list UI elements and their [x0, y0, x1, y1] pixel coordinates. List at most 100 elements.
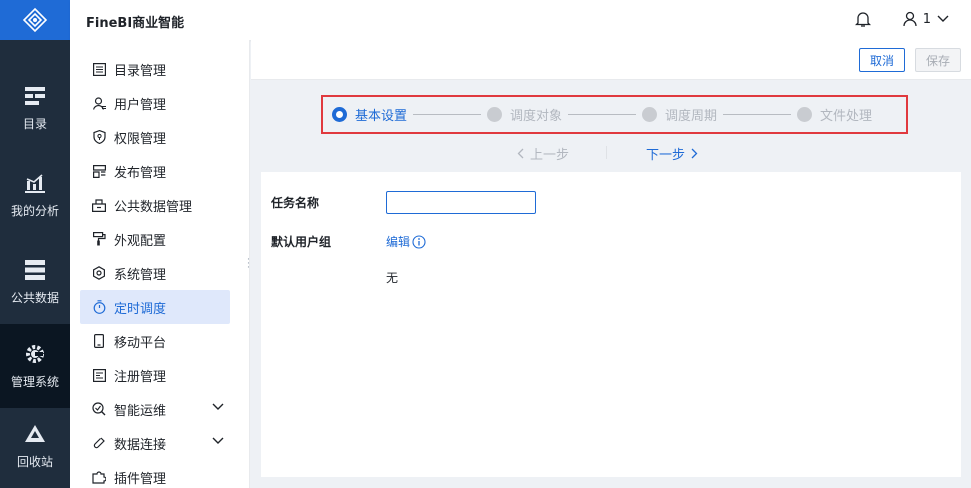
cancel-button[interactable]: 取消	[859, 48, 905, 72]
task-name-input[interactable]	[386, 191, 536, 214]
edit-label: 编辑	[386, 235, 411, 249]
admin-sidebar: 目录管理 用户管理 权限管理 发布管理 公共数据管理 外观配置 系统管理 定时调…	[70, 40, 250, 488]
sidebar-item-label: 系统管理	[114, 267, 167, 283]
sidebar-item-plugin[interactable]: 插件管理	[80, 460, 230, 488]
sidebar-item-catalog-mgmt[interactable]: 目录管理	[80, 52, 230, 86]
rail-item-label: 管理系统	[10, 374, 59, 389]
rail-item-analysis[interactable]: 我的分析	[0, 153, 70, 237]
chevron-down-icon	[212, 403, 224, 410]
rail-item-system[interactable]: 管理系统	[0, 324, 70, 408]
left-rail: 目录 我的分析 公共数据 管理系统 回收站	[0, 0, 70, 488]
sidebar-item-appearance[interactable]: 外观配置	[80, 222, 230, 256]
chevron-left-icon	[517, 148, 524, 159]
user-icon	[903, 11, 917, 27]
rail-item-label: 目录	[22, 116, 47, 131]
sidebar-item-system-mgmt[interactable]: 系统管理	[80, 256, 230, 290]
database-icon	[24, 259, 46, 281]
sidebar-item-scheduling[interactable]: 定时调度	[80, 290, 230, 324]
gear-icon	[24, 343, 46, 365]
default-group-label: 默认用户组	[271, 235, 332, 249]
step-label: 调度周期	[665, 109, 718, 124]
sidebar-item-register[interactable]: 注册管理	[80, 358, 230, 392]
prev-step-label: 上一步	[530, 148, 570, 163]
sidebar-item-label: 发布管理	[114, 165, 167, 181]
resize-handle[interactable]: · · ·	[247, 256, 250, 273]
sidebar-item-permission-mgmt[interactable]: 权限管理	[80, 120, 230, 154]
chevron-down-icon	[937, 15, 949, 22]
action-bar: 取消 保存	[251, 40, 971, 80]
ops-icon	[92, 402, 106, 416]
bell-icon[interactable]	[854, 11, 872, 32]
divider	[606, 146, 607, 159]
user-menu[interactable]: 1	[903, 11, 949, 27]
logo[interactable]	[0, 0, 70, 40]
sidebar-item-label: 公共数据管理	[114, 199, 193, 215]
save-button[interactable]: 保存	[915, 48, 961, 72]
next-step-button[interactable]: 下一步	[646, 144, 698, 163]
step-dot	[487, 107, 503, 122]
task-name-label: 任务名称	[271, 196, 320, 210]
step-schedule-period[interactable]: 调度周期	[642, 105, 717, 124]
sidebar-item-label: 智能运维	[114, 403, 167, 419]
sidebar-item-label: 用户管理	[114, 97, 167, 113]
basic-settings-form: 任务名称 默认用户组 编辑 无	[261, 172, 961, 477]
step-label: 基本设置	[355, 109, 408, 124]
sidebar-item-label: 注册管理	[114, 369, 167, 385]
step-label: 文件处理	[820, 109, 873, 124]
app-title: FineBI商业智能	[86, 16, 185, 31]
chevron-right-icon	[691, 148, 698, 159]
catalog-icon	[24, 85, 46, 107]
shield-icon	[92, 130, 106, 144]
chevron-down-icon	[212, 437, 224, 444]
rail-item-public-data[interactable]: 公共数据	[0, 240, 70, 324]
settings-icon	[92, 266, 106, 280]
rail-item-catalog[interactable]: 目录	[0, 66, 70, 150]
prev-step-button[interactable]: 上一步	[517, 144, 569, 163]
step-indicator: 基本设置 调度对象 调度周期 文件处理	[321, 95, 908, 134]
register-icon	[92, 368, 106, 382]
sidebar-item-label: 目录管理	[114, 63, 167, 79]
step-file-processing[interactable]: 文件处理	[797, 105, 872, 124]
sidebar-item-smart-ops[interactable]: 智能运维	[80, 392, 230, 426]
publish-icon	[92, 164, 106, 178]
default-group-value: 无	[386, 271, 399, 285]
rail-item-recycle[interactable]: 回收站	[0, 404, 70, 488]
timer-icon	[92, 300, 106, 314]
data-box-icon	[92, 198, 106, 212]
sidebar-item-mobile[interactable]: 移动平台	[80, 324, 230, 358]
edit-default-group-link[interactable]: 编辑	[386, 233, 426, 250]
recycle-icon	[24, 423, 46, 445]
next-step-label: 下一步	[646, 148, 686, 163]
sidebar-item-publish-mgmt[interactable]: 发布管理	[80, 154, 230, 188]
plugin-icon	[92, 470, 106, 484]
info-icon[interactable]	[412, 234, 426, 249]
sidebar-item-label: 权限管理	[114, 131, 167, 147]
sidebar-item-user-mgmt[interactable]: 用户管理	[80, 86, 230, 120]
step-schedule-object[interactable]: 调度对象	[487, 105, 562, 124]
mobile-icon	[92, 334, 106, 348]
step-dot	[797, 107, 813, 122]
step-dot	[642, 107, 658, 122]
logo-icon	[22, 7, 48, 33]
header: FineBI商业智能 1	[70, 0, 971, 40]
rail-item-label: 我的分析	[10, 203, 59, 218]
step-connector	[568, 114, 637, 115]
list-icon	[92, 62, 106, 76]
sidebar-item-label: 数据连接	[114, 437, 167, 453]
link-icon	[92, 436, 106, 450]
step-basic-settings[interactable]: 基本设置	[332, 105, 407, 124]
sidebar-item-label: 定时调度	[114, 301, 167, 317]
step-connector	[413, 114, 482, 115]
rail-item-label: 回收站	[16, 454, 53, 469]
step-connector	[723, 114, 792, 115]
sidebar-item-label: 移动平台	[114, 335, 167, 351]
sidebar-item-public-data-mgmt[interactable]: 公共数据管理	[80, 188, 230, 222]
sidebar-item-label: 外观配置	[114, 233, 167, 249]
analysis-chart-icon	[24, 172, 46, 194]
user-icon	[92, 96, 106, 110]
step-dot	[332, 107, 347, 122]
rail-item-label: 公共数据	[10, 290, 59, 305]
sidebar-item-label: 插件管理	[114, 471, 167, 487]
step-label: 调度对象	[510, 109, 563, 124]
sidebar-item-data-connection[interactable]: 数据连接	[80, 426, 230, 460]
